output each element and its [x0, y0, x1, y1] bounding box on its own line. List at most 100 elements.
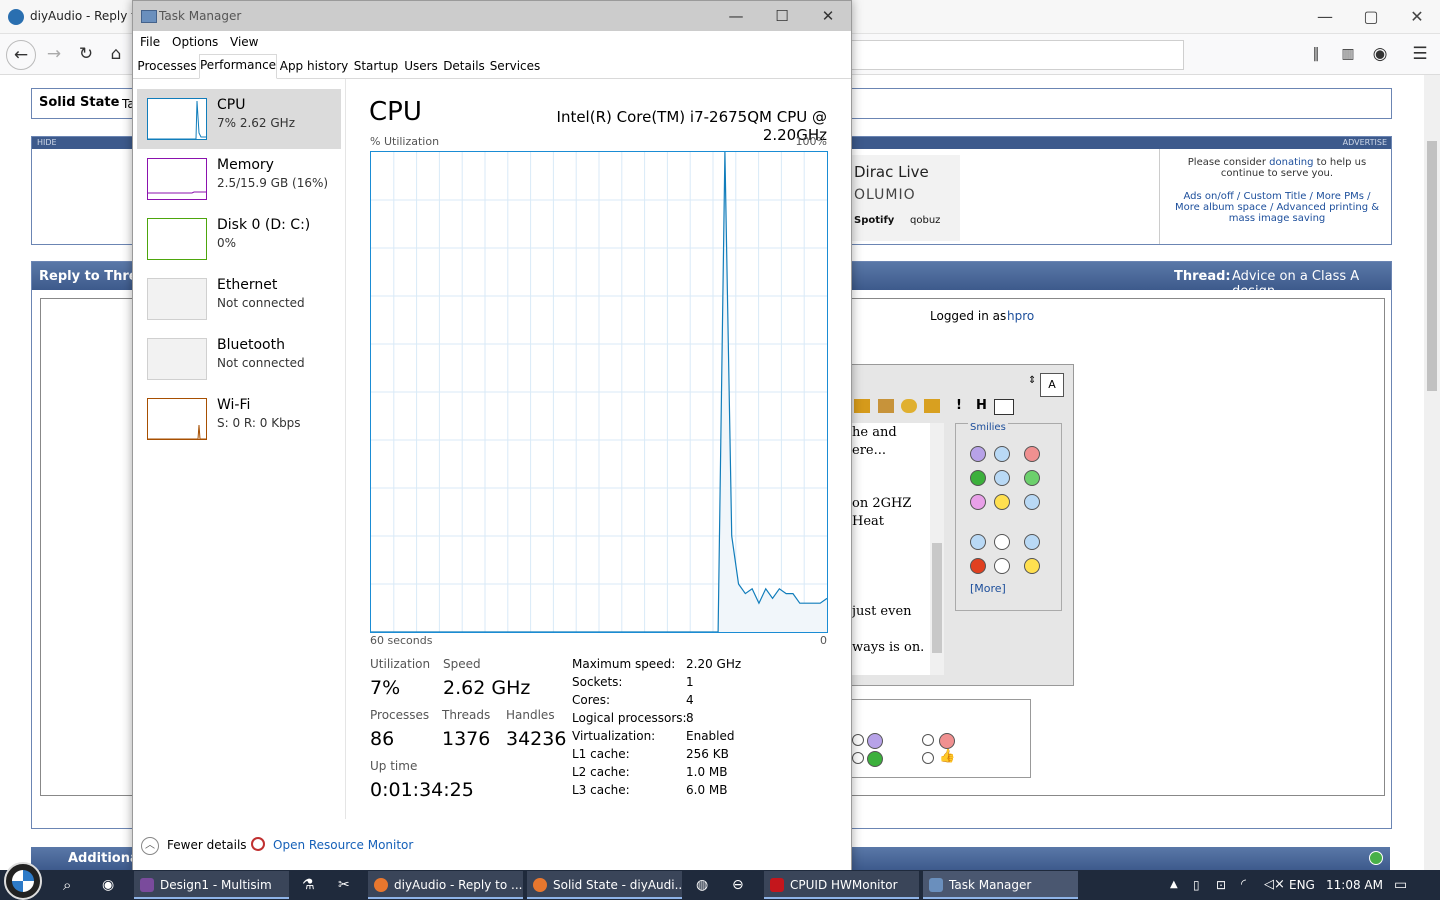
search-icon[interactable]: ⌕ [63, 870, 71, 900]
task-manager-titlebar[interactable]: Task Manager — ☐ ✕ [133, 1, 851, 31]
tm-maximize-button[interactable]: ☐ [759, 1, 805, 31]
language-indicator[interactable]: ENG [1289, 870, 1315, 900]
taskbar-app-task-manager[interactable]: Task Manager [923, 871, 1078, 899]
forum-title[interactable]: Solid State [39, 95, 119, 110]
page-scrollbar[interactable] [1424, 75, 1440, 870]
taskbar-app-firefox-solidstate[interactable]: Solid State - diyAudi... [527, 871, 682, 899]
notifications-icon[interactable]: ▭ [1394, 870, 1407, 900]
smiley-icon[interactable] [970, 534, 986, 550]
pinned-tool-icon[interactable]: ⚗ [302, 870, 315, 900]
cpu-thumbnail [147, 98, 207, 140]
clock[interactable]: 11:08 AM [1326, 870, 1383, 900]
browser-minimize-button[interactable]: — [1302, 0, 1348, 33]
donate-link[interactable]: donating [1269, 157, 1313, 168]
resource-memory[interactable]: Memory 2.5/15.9 GB (16%) [137, 149, 341, 209]
tm-minimize-button[interactable]: — [713, 1, 759, 31]
code-icon[interactable] [878, 399, 894, 413]
smiley-icon[interactable] [970, 470, 986, 486]
tray-chevron-icon[interactable]: ▲ [1170, 870, 1178, 900]
back-arrow-icon[interactable]: ← [6, 40, 36, 70]
exclamation-icon[interactable]: ! [956, 398, 962, 413]
browser-close-button[interactable]: ✕ [1394, 0, 1440, 33]
smilies-more-link[interactable]: [More] [970, 582, 1006, 595]
account-icon[interactable]: ◉ [1366, 40, 1394, 68]
smiley-icon[interactable] [970, 446, 986, 462]
smiley-icon[interactable] [970, 494, 986, 510]
tab-startup[interactable]: Startup [353, 56, 399, 77]
pinned-app-icon[interactable]: ◍ [696, 870, 708, 900]
smiley-icon[interactable] [994, 446, 1010, 462]
library-icon[interactable]: ‖ [1302, 40, 1330, 68]
smiley-icon[interactable] [970, 558, 986, 574]
options-links[interactable]: Ads on/off / Custom Title / More PMs / M… [1170, 191, 1384, 224]
browser-maximize-button[interactable]: ▢ [1348, 0, 1394, 33]
smiley-icon[interactable] [1024, 446, 1040, 462]
radio-button[interactable] [852, 752, 864, 764]
advertise-link[interactable]: ADVERTISE [1343, 138, 1387, 147]
forward-arrow-icon[interactable]: → [40, 40, 68, 68]
tab-services[interactable]: Services [489, 56, 541, 77]
home-icon[interactable]: ⌂ [102, 40, 130, 68]
pinned-app-icon[interactable]: ◉ [102, 870, 114, 900]
menu-hamburger-icon[interactable]: ☰ [1406, 40, 1434, 68]
heading-icon[interactable]: H [976, 398, 987, 413]
menu-options[interactable]: Options [172, 35, 218, 49]
tab-performance[interactable]: Performance [199, 54, 277, 79]
smiley-icon[interactable] [1024, 558, 1040, 574]
wifi-icon[interactable]: ◜ [1241, 870, 1246, 900]
thread-title[interactable]: Advice on a Class A design [1232, 269, 1391, 299]
chevron-up-icon[interactable]: ︿ [141, 837, 159, 855]
smiley-icon[interactable] [994, 534, 1010, 550]
pinned-app-icon[interactable]: ⊖ [732, 870, 744, 900]
taskbar-app-firefox-reply[interactable]: diyAudio - Reply to ... [368, 871, 523, 899]
tray-device-icon[interactable]: ▯ [1193, 870, 1200, 900]
resource-bluetooth[interactable]: Bluetooth Not connected [137, 329, 341, 389]
collapse-icon[interactable] [1369, 851, 1383, 865]
tm-close-button[interactable]: ✕ [805, 1, 851, 31]
resource-cpu[interactable]: CPU 7% 2.62 GHz [137, 89, 341, 149]
smiley-icon[interactable] [994, 558, 1010, 574]
taskbar-app-hwmonitor[interactable]: CPUID HWMonitor [764, 871, 919, 899]
table-icon[interactable] [994, 399, 1014, 415]
browser-tab-title[interactable]: diyAudio - Reply to [30, 9, 143, 23]
smiley-icon[interactable] [994, 494, 1010, 510]
sidebar-icon[interactable]: ▥ [1334, 40, 1362, 68]
volume-muted-icon[interactable]: ◁× [1264, 870, 1285, 900]
page-scroll-thumb[interactable] [1427, 141, 1437, 391]
resize-arrows-icon[interactable]: ⇕ [1028, 375, 1036, 386]
pinned-tool-icon[interactable]: ✂ [338, 870, 350, 900]
textarea-scrollbar[interactable] [930, 423, 944, 675]
smiley-icon[interactable] [994, 470, 1010, 486]
resource-wifi[interactable]: Wi-Fi S: 0 R: 0 Kbps [137, 389, 341, 449]
switch-mode-icon[interactable]: A [1040, 373, 1064, 397]
smiley-icon[interactable] [1024, 534, 1040, 550]
tab-app-history[interactable]: App history [279, 56, 349, 77]
link-icon[interactable] [901, 399, 917, 413]
ad-banner[interactable]: Dirac Live OLUMIO Spotify qobuz [850, 155, 960, 241]
panel-divider[interactable] [345, 79, 346, 819]
tray-usb-icon[interactable]: ⊡ [1216, 870, 1226, 900]
resource-ethernet[interactable]: Ethernet Not connected [137, 269, 341, 329]
resource-disk[interactable]: Disk 0 (D: C:) 0% [137, 209, 341, 269]
menu-file[interactable]: File [140, 35, 160, 49]
reload-icon[interactable]: ↻ [72, 40, 100, 68]
hide-link[interactable]: HIDE [37, 138, 57, 147]
textarea-scroll-thumb[interactable] [932, 543, 942, 653]
tab-users[interactable]: Users [403, 56, 439, 77]
smiley-icon[interactable] [1024, 494, 1040, 510]
smiley-icon[interactable] [1024, 470, 1040, 486]
image-icon[interactable] [924, 399, 940, 413]
radio-button[interactable] [922, 734, 934, 746]
logged-in-user-link[interactable]: hpro [1007, 309, 1034, 323]
radio-button[interactable] [922, 752, 934, 764]
open-resource-monitor-link[interactable]: Open Resource Monitor [273, 838, 413, 852]
menu-view[interactable]: View [230, 35, 258, 49]
url-bar[interactable] [850, 40, 1184, 70]
quote-icon[interactable] [854, 399, 870, 413]
tab-details[interactable]: Details [443, 56, 485, 77]
radio-button[interactable] [852, 734, 864, 746]
fewer-details-button[interactable]: Fewer details [167, 838, 247, 852]
tab-processes[interactable]: Processes [137, 56, 197, 77]
start-button[interactable] [2, 860, 48, 900]
taskbar-app-multisim[interactable]: Design1 - Multisim [134, 871, 289, 899]
